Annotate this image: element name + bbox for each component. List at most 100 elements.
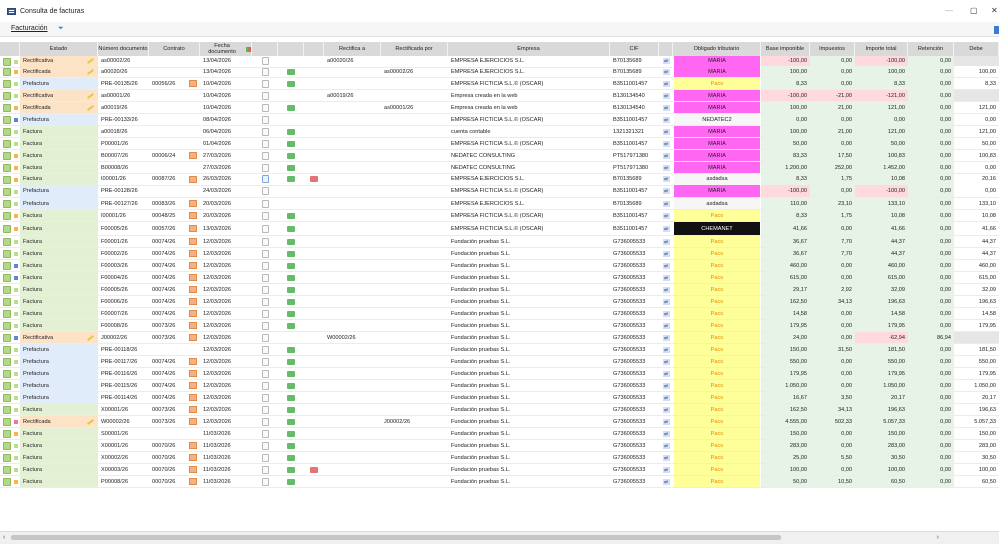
pdf-cell[interactable]	[252, 78, 278, 89]
accounting-cell-2[interactable]	[304, 356, 324, 367]
table-row[interactable]: Factura I00001/26 00087/26 26/03/2026 EMPRES…	[0, 174, 999, 186]
table-row[interactable]: Factura F00004/26 00074/26 12/03/2026 Fundac…	[0, 272, 999, 284]
column-header[interactable]	[304, 42, 324, 56]
accounting-cell[interactable]	[278, 66, 304, 77]
link-icon[interactable]: ⇄	[662, 238, 670, 245]
pdf-cell[interactable]	[252, 174, 278, 185]
table-row[interactable]: Prefactura PRE-00128/26 24/03/2026 EMPRESA …	[0, 185, 999, 198]
pdf-cell[interactable]	[252, 248, 278, 259]
document-icon[interactable]	[3, 442, 11, 450]
column-header[interactable]: Base imponible	[761, 42, 810, 56]
link-icon[interactable]: ⇄	[662, 358, 670, 365]
pdf-document-icon[interactable]	[261, 139, 269, 148]
scroll-left-icon[interactable]: ‹	[3, 534, 5, 541]
table-row[interactable]: Prefactura PRE-00133/26 08/04/2026 EMPRESA …	[0, 114, 999, 126]
row-status-cell[interactable]	[0, 332, 20, 343]
table-row[interactable]: Factura I00001/26 00048/25 20/03/2026 EMPRES…	[0, 210, 999, 222]
table-row[interactable]: Factura S00001/26 11/03/2026 Fundación prue…	[0, 428, 999, 440]
contract-link-icon[interactable]	[189, 212, 197, 219]
xl-cell[interactable]: ⇄	[659, 162, 673, 173]
contract-link-icon[interactable]	[189, 274, 197, 281]
accounting-cell-2[interactable]	[304, 114, 324, 125]
link-icon[interactable]: ⇄	[662, 212, 670, 219]
pdf-cell[interactable]	[252, 284, 278, 295]
contract-link-icon[interactable]	[189, 334, 197, 341]
pdf-document-icon[interactable]	[261, 297, 269, 306]
accounting-cell[interactable]	[278, 296, 304, 307]
accounting-entry-icon[interactable]	[287, 454, 295, 461]
row-status-cell[interactable]	[0, 452, 20, 463]
row-status-cell[interactable]	[0, 356, 20, 367]
pdf-cell[interactable]	[252, 162, 278, 173]
accounting-entry-icon[interactable]	[287, 286, 295, 293]
accounting-entry-icon[interactable]	[287, 176, 295, 183]
table-row[interactable]: Rectificativa as00001/26 10/04/2026 a00019/…	[0, 90, 999, 102]
accounting-cell[interactable]	[278, 260, 304, 271]
document-icon[interactable]	[3, 394, 11, 402]
document-icon[interactable]	[3, 57, 11, 66]
pdf-document-icon[interactable]	[261, 393, 269, 402]
document-icon[interactable]	[3, 406, 11, 414]
xl-cell[interactable]: ⇄	[659, 452, 673, 463]
table-row[interactable]: Rectificada a00020/26 13/04/2026 as00002/26…	[0, 66, 999, 78]
document-icon[interactable]	[3, 382, 11, 390]
xl-cell[interactable]: ⇄	[659, 344, 673, 355]
pdf-document-icon[interactable]	[261, 417, 269, 426]
column-header[interactable]: Retención	[908, 42, 954, 56]
table-row[interactable]: Factura X00001/26 00073/26 12/03/2026 Fundac…	[0, 404, 999, 416]
xl-cell[interactable]: ⇄	[659, 356, 673, 367]
pdf-document-icon[interactable]	[261, 321, 269, 330]
pdf-cell[interactable]	[252, 320, 278, 331]
pdf-cell[interactable]	[252, 392, 278, 403]
contract-link-icon[interactable]	[189, 262, 197, 269]
pdf-cell[interactable]	[252, 210, 278, 221]
accounting-cell-2[interactable]	[304, 440, 324, 451]
pdf-cell[interactable]	[252, 114, 278, 125]
accounting-cell[interactable]	[278, 162, 304, 173]
accounting-cell[interactable]	[278, 185, 304, 197]
pdf-document-icon[interactable]	[261, 369, 269, 378]
contract-link-icon[interactable]	[189, 382, 197, 389]
accounting-cell-2[interactable]	[304, 452, 324, 463]
row-status-cell[interactable]	[0, 222, 20, 235]
column-header[interactable]	[278, 42, 304, 56]
row-status-cell[interactable]	[0, 392, 20, 403]
pdf-document-icon[interactable]	[261, 199, 269, 208]
pdf-document-icon[interactable]	[261, 79, 269, 88]
contract-link-icon[interactable]	[189, 250, 197, 257]
accounting-cell-2[interactable]	[304, 392, 324, 403]
table-row[interactable]: Factura F00003/26 00074/26 12/03/2026 Fundac…	[0, 260, 999, 272]
link-icon[interactable]: ⇄	[662, 310, 670, 317]
xl-cell[interactable]: ⇄	[659, 198, 673, 209]
accounting-cell-2[interactable]	[304, 222, 324, 235]
document-icon[interactable]	[3, 116, 11, 124]
pdf-cell[interactable]	[252, 126, 278, 137]
row-status-cell[interactable]	[0, 416, 20, 427]
pdf-cell[interactable]	[252, 90, 278, 101]
pdf-document-icon[interactable]	[261, 249, 269, 258]
column-header[interactable]	[659, 42, 673, 56]
pdf-cell[interactable]	[252, 416, 278, 427]
pdf-cell[interactable]	[252, 428, 278, 439]
pdf-document-icon[interactable]	[261, 429, 269, 438]
accounting-cell-2[interactable]	[304, 380, 324, 391]
accounting-cell[interactable]	[278, 356, 304, 367]
accounting-cell-2[interactable]	[304, 476, 324, 487]
pdf-document-icon[interactable]	[261, 405, 269, 414]
document-icon[interactable]	[3, 68, 11, 76]
xl-cell[interactable]: ⇄	[659, 126, 673, 137]
document-icon[interactable]	[3, 430, 11, 438]
contract-link-icon[interactable]	[189, 370, 197, 377]
row-status-cell[interactable]	[0, 308, 20, 319]
accounting-entry-icon[interactable]	[287, 322, 295, 329]
accounting-cell[interactable]	[278, 404, 304, 415]
contract-link-icon[interactable]	[189, 238, 197, 245]
row-status-cell[interactable]	[0, 138, 20, 149]
pdf-document-icon[interactable]	[261, 127, 269, 136]
xl-cell[interactable]: ⇄	[659, 66, 673, 77]
row-status-cell[interactable]	[0, 296, 20, 307]
column-header[interactable]: Estado	[20, 42, 98, 56]
link-icon[interactable]: ⇄	[662, 68, 670, 75]
link-icon[interactable]: ⇄	[662, 262, 670, 269]
xl-cell[interactable]: ⇄	[659, 56, 673, 67]
